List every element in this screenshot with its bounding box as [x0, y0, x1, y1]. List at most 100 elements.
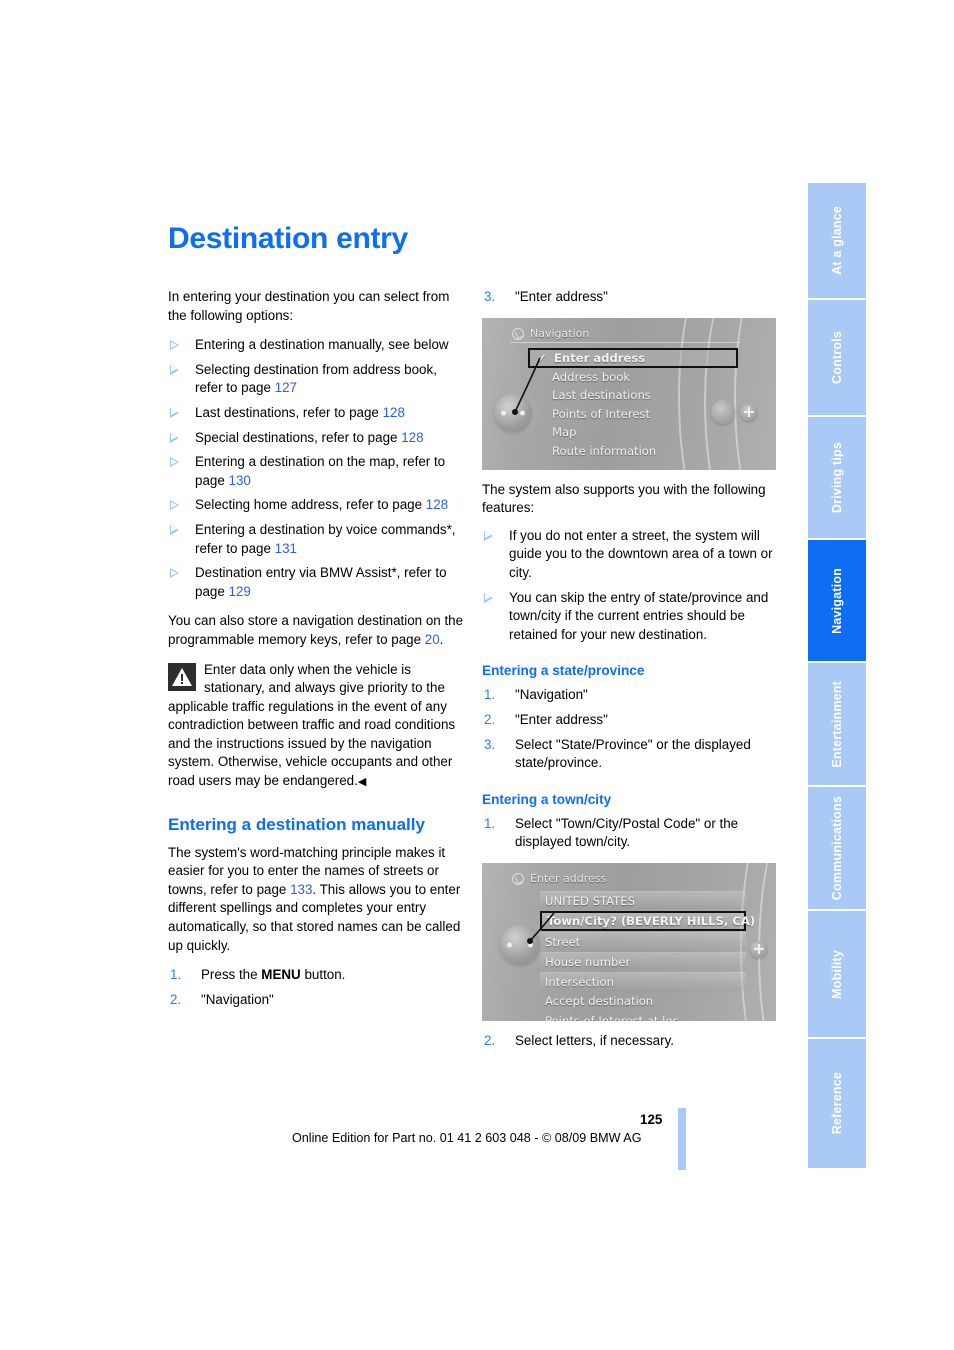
list-item: Selecting destination from address book,… [168, 361, 468, 398]
left-column: In entering your destination you can sel… [168, 288, 468, 1020]
idrive-back-button[interactable] [711, 399, 735, 424]
step-number: 3. [484, 289, 496, 304]
option-text: Last destinations, refer to page [195, 404, 383, 420]
warning-block: Enter data only when the vehicle is stat… [168, 661, 468, 792]
triangle-bullet-icon [170, 340, 179, 351]
option-text: Entering a destination by voice commands… [195, 521, 456, 556]
idrive-option-button[interactable] [750, 940, 767, 958]
idrive-controller-knob[interactable] [500, 924, 540, 965]
feature-text: If you do not enter a street, the system… [509, 527, 773, 580]
triangle-bullet-icon [170, 407, 179, 418]
page-ref-link[interactable]: 128 [401, 430, 423, 445]
page-ref-link[interactable]: 20 [425, 632, 440, 647]
sidebar-tab-mobility[interactable]: Mobility [808, 911, 866, 1039]
row-label: UNITED STATES [545, 893, 635, 908]
idrive-enter-address-screenshot: Enter address UNITED STATES Town/City? (… [482, 862, 776, 1021]
menu-item-label: Route information [552, 443, 657, 458]
row-house-number[interactable]: House number [540, 952, 746, 971]
footer-accent-bar [678, 1108, 686, 1170]
step-number: 2. [484, 711, 496, 727]
idrive-menu-list: ✓ Enter address Address book Last destin… [528, 347, 738, 461]
list-item: Entering a destination by voice commands… [168, 521, 468, 558]
warning-text-wrapper: Enter data only when the vehicle is stat… [168, 661, 468, 792]
option-text: Special destinations, refer to page [195, 429, 402, 445]
idrive-option-button[interactable] [740, 403, 757, 421]
sidebar-tab-driving-tips[interactable]: Driving tips [808, 417, 866, 540]
idrive-screen-header: Enter address [512, 870, 606, 889]
row-intersection[interactable]: Intersection [540, 972, 746, 991]
subsection-heading-state-province: Entering a state/province [482, 663, 645, 679]
warning-end-mark: ◀ [357, 776, 367, 789]
section-heading-manual-entry: Entering a destination manually [168, 814, 425, 834]
row-town-city[interactable]: Town/City? (BEVERLY HILLS, CA) [540, 910, 755, 931]
tab-label: Driving tips [830, 441, 844, 514]
menu-item-route-information[interactable]: Route information [528, 442, 738, 461]
step-text-end: button. [300, 967, 346, 983]
list-item: 1. "Navigation" [482, 686, 782, 705]
menu-item-label: Last destinations [552, 388, 651, 403]
tab-label: Navigation [830, 567, 844, 634]
triangle-bullet-icon [484, 530, 493, 541]
menu-item-label: Points of Interest [552, 406, 651, 421]
menu-item-last-destinations[interactable]: Last destinations [528, 386, 738, 405]
manual-entry-paragraph: The system's word-matching principle mak… [168, 844, 468, 956]
triangle-bullet-icon [170, 568, 179, 579]
step-text: "Navigation" [201, 991, 274, 1007]
menu-item-label: Enter address [554, 350, 646, 365]
sidebar-tab-navigation[interactable]: Navigation [808, 540, 866, 663]
features-intro: The system also supports you with the fo… [482, 481, 766, 516]
sidebar-tab-communications[interactable]: Communications [808, 787, 866, 911]
sidebar-tab-reference[interactable]: Reference [808, 1039, 866, 1168]
tab-label: Communications [830, 795, 844, 901]
checkmark-icon: ✓ [537, 350, 548, 365]
list-item: 2. Select letters, if necessary. [482, 1032, 782, 1051]
idrive-controller-knob[interactable] [494, 393, 532, 432]
address-icon [512, 873, 524, 886]
memory-keys-text: You can also store a navigation destinat… [168, 613, 464, 647]
triangle-bullet-icon [484, 592, 493, 603]
menu-item-points-of-interest[interactable]: Points of Interest [528, 405, 738, 424]
step-text: "Enter address" [515, 711, 608, 727]
list-item: If you do not enter a street, the system… [482, 527, 782, 583]
page-ref-link[interactable]: 127 [275, 380, 297, 395]
page-ref-link[interactable]: 130 [229, 473, 251, 488]
row-country[interactable]: UNITED STATES [540, 890, 746, 910]
list-item: Special destinations, refer to page 128 [168, 429, 468, 448]
row-street[interactable]: Street [540, 932, 746, 951]
page-ref-link[interactable]: 131 [275, 541, 297, 556]
step-text: Select "Town/City/Postal Code" or the di… [515, 815, 739, 850]
page-ref-link[interactable]: 129 [229, 584, 251, 599]
page-title: Destination entry [168, 222, 408, 255]
page-ref-link[interactable]: 128 [383, 405, 405, 420]
enter-address-step: 3. "Enter address" [482, 288, 782, 307]
row-points-of-interest-at-loc[interactable]: Points of Interest at loc. [540, 1012, 746, 1021]
manual-entry-steps: 1. Press the MENU button. 2. "Navigation" [168, 966, 468, 1009]
menu-item-map[interactable]: Map [528, 423, 738, 442]
feature-text: You can skip the entry of state/province… [509, 589, 769, 642]
sidebar-tab-at-a-glance[interactable]: At a glance [808, 183, 866, 300]
option-text: Selecting destination from address book,… [195, 361, 437, 396]
memory-keys-text-end: . [439, 631, 444, 647]
page-ref-link[interactable]: 133 [290, 882, 312, 897]
features-list: If you do not enter a street, the system… [482, 527, 782, 645]
menu-item-address-book[interactable]: Address book [528, 368, 738, 387]
list-item: Last destinations, refer to page 128 [168, 404, 468, 423]
menu-item-enter-address[interactable]: ✓ Enter address [528, 347, 738, 368]
step-number: 1. [484, 815, 496, 831]
destination-options-list: Entering a destination manually, see bel… [168, 336, 468, 601]
row-accept-destination[interactable]: Accept destination [540, 992, 746, 1011]
menu-item-label: Address book [552, 369, 631, 384]
list-item: Entering a destination on the map, refer… [168, 453, 468, 490]
section-tab-strip: At a glance Controls Driving tips Naviga… [808, 183, 866, 1168]
page-number: 125 [640, 1112, 663, 1127]
tab-label: Controls [830, 331, 844, 384]
row-label: Intersection [545, 975, 614, 990]
page-ref-link[interactable]: 128 [426, 497, 448, 512]
idrive-header-label: Enter address [530, 871, 607, 885]
step-text: "Navigation" [515, 687, 588, 703]
sidebar-tab-entertainment[interactable]: Entertainment [808, 663, 866, 787]
idrive-navigation-menu-screenshot: Navigation ✓ Enter address Address book … [482, 317, 776, 470]
triangle-bullet-icon [170, 364, 179, 375]
warning-triangle-icon [168, 662, 196, 691]
sidebar-tab-controls[interactable]: Controls [808, 300, 866, 417]
